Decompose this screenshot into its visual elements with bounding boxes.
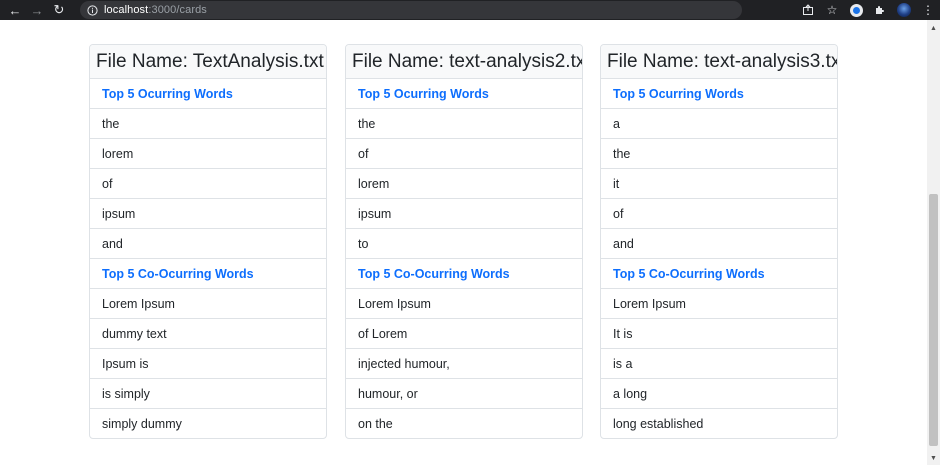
page-scrollbar[interactable]: ▲ ▼ <box>927 20 940 465</box>
share-icon[interactable] <box>796 0 820 20</box>
list-item: and <box>90 229 326 259</box>
forward-arrow-icon[interactable]: → <box>26 0 48 20</box>
list-item: dummy text <box>90 319 326 349</box>
co-occurring-words-heading: Top 5 Co-Ocurring Words <box>90 259 326 289</box>
reload-icon[interactable]: ↻ <box>48 0 70 20</box>
occurring-words-heading: Top 5 Ocurring Words <box>346 79 582 109</box>
back-arrow-icon[interactable]: ← <box>4 0 26 20</box>
profile-avatar[interactable] <box>892 0 916 20</box>
list-item: is simply <box>90 379 326 409</box>
scroll-up-arrow-icon[interactable]: ▲ <box>927 22 940 35</box>
list-item: injected humour, <box>346 349 582 379</box>
bookmark-star-icon[interactable]: ☆ <box>820 0 844 20</box>
scroll-down-arrow-icon[interactable]: ▼ <box>927 452 940 465</box>
list-item: the <box>601 139 837 169</box>
occurring-words-heading: Top 5 Ocurring Words <box>90 79 326 109</box>
list-item: Lorem Ipsum <box>90 289 326 319</box>
occurring-words-heading: Top 5 Ocurring Words <box>601 79 837 109</box>
page-content: File Name: TextAnalysis.txt Top 5 Ocurri… <box>0 20 927 465</box>
list-item: of <box>601 199 837 229</box>
list-item: a <box>601 109 837 139</box>
list-item: It is <box>601 319 837 349</box>
file-card: File Name: text-analysis3.txt Top 5 Ocur… <box>600 44 838 439</box>
list-item: the <box>90 109 326 139</box>
list-item: Ipsum is <box>90 349 326 379</box>
list-item: ipsum <box>346 199 582 229</box>
list-item: of <box>346 139 582 169</box>
extension-icon[interactable] <box>844 0 868 20</box>
list-item: Lorem Ipsum <box>601 289 837 319</box>
file-card: File Name: TextAnalysis.txt Top 5 Ocurri… <box>89 44 327 439</box>
list-item: to <box>346 229 582 259</box>
scrollbar-thumb[interactable] <box>929 194 938 446</box>
url-text: localhost:3000/cards <box>104 4 207 16</box>
list-item: it <box>601 169 837 199</box>
list-item: humour, or <box>346 379 582 409</box>
list-item: and <box>601 229 837 259</box>
list-item: long established <box>613 416 704 431</box>
card-title: File Name: text-analysis3.txt <box>601 45 837 79</box>
browser-toolbar: ← → ↻ localhost:3000/cards ☆ ⋮ <box>0 0 940 20</box>
card-title: File Name: TextAnalysis.txt <box>90 45 326 79</box>
list-item: of <box>90 169 326 199</box>
list-item: Lorem Ipsum <box>346 289 582 319</box>
list-item: the <box>346 109 582 139</box>
co-occurring-words-heading: Top 5 Co-Ocurring Words <box>601 259 837 289</box>
list-item: lorem <box>346 169 582 199</box>
list-item: lorem <box>90 139 326 169</box>
list-item: on the <box>358 416 393 431</box>
list-item: ipsum <box>90 199 326 229</box>
card-title: File Name: text-analysis2.txt <box>346 45 582 79</box>
address-bar[interactable]: localhost:3000/cards <box>80 1 742 19</box>
browser-menu-icon[interactable]: ⋮ <box>916 0 940 20</box>
site-info-icon[interactable] <box>86 4 99 17</box>
puzzle-extensions-icon[interactable] <box>868 0 892 20</box>
list-item: a long <box>601 379 837 409</box>
file-card: File Name: text-analysis2.txt Top 5 Ocur… <box>345 44 583 439</box>
list-item: of Lorem <box>346 319 582 349</box>
co-occurring-words-heading: Top 5 Co-Ocurring Words <box>346 259 582 289</box>
list-item: is a <box>601 349 837 379</box>
list-item: simply dummy <box>102 416 182 431</box>
